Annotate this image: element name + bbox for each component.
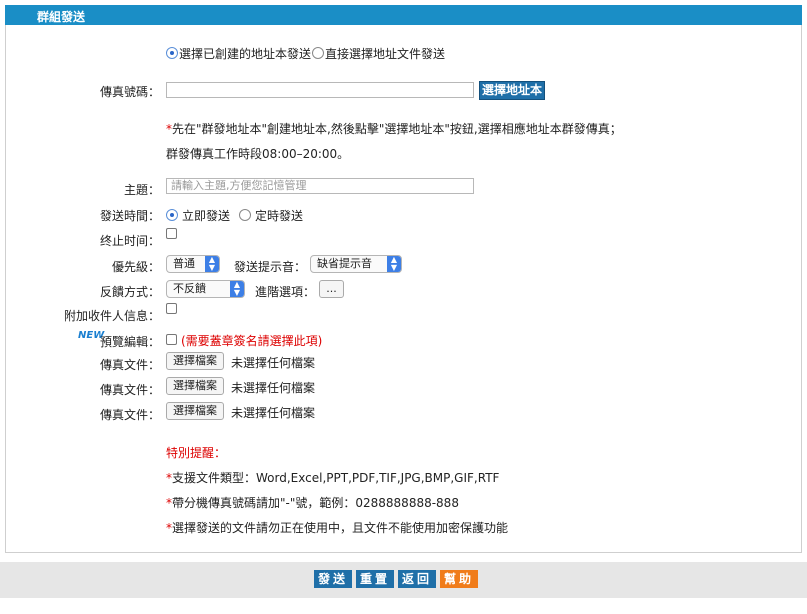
note-line1: 先在"群發地址本"創建地址本,然後點擊"選擇地址本"按鈕,選擇相應地址本群發傳真… xyxy=(172,122,622,136)
group-send-header: 群組發送 xyxy=(5,5,802,25)
chevron-updown-icon: ▲ ▼ xyxy=(205,256,219,272)
chevron-updown-icon: ▲ ▼ xyxy=(230,281,244,297)
fax-file-2-status: 未選擇任何檔案 xyxy=(231,381,316,395)
choose-address-book-button[interactable]: 選擇地址本 xyxy=(479,81,545,100)
fax-file-3-status: 未選擇任何檔案 xyxy=(231,406,316,420)
preview-edit-label: 預覽編輯： xyxy=(99,335,160,349)
feedback-value: 不反饋 xyxy=(173,282,206,295)
page-title: 群組發送 xyxy=(37,10,86,24)
send-scheduled-label: 定時發送 xyxy=(255,209,304,223)
notify-sound-select[interactable]: 缺省提示音 ▲ ▼ xyxy=(310,255,402,273)
feedback-label: 反饋方式： xyxy=(99,285,160,299)
fax-file-1-label: 傳真文件： xyxy=(99,358,160,372)
preview-edit-checkbox[interactable] xyxy=(166,334,177,345)
address-book-note: *先在"群發地址本"創建地址本,然後點擊"選擇地址本"按鈕,選擇相應地址本群發傳… xyxy=(166,120,622,137)
send-immediate-radio[interactable] xyxy=(166,209,178,221)
direct-file-mode-radio[interactable] xyxy=(312,47,324,59)
send-button[interactable]: 發送 xyxy=(314,570,352,588)
fax-file-2-choose-button[interactable]: 選擇檔案 xyxy=(166,377,224,395)
reminder-item-file-types: *支援文件類型：Word,Excel,PPT,PDF,TIF,JPG,BMP,G… xyxy=(166,471,500,485)
end-time-label: 终止时间： xyxy=(99,234,160,248)
direct-file-mode-label: 直接選擇地址文件發送 xyxy=(325,47,446,61)
advanced-options-label: 進階選項： xyxy=(255,285,316,299)
reminder-title: 特別提醒： xyxy=(166,446,227,460)
send-time-label: 發送時間： xyxy=(99,209,160,223)
note-line2: 群發傳真工作時段08:00–20:00。 xyxy=(166,147,350,161)
feedback-select[interactable]: 不反饋 ▲ ▼ xyxy=(166,280,245,298)
fax-number-label: 傳真號碼： xyxy=(99,85,160,99)
preview-edit-hint: (需要蓋章簽名請選擇此項) xyxy=(181,334,323,348)
fax-number-input[interactable] xyxy=(166,82,474,98)
end-time-checkbox[interactable] xyxy=(166,228,177,239)
chevron-updown-icon: ▲ ▼ xyxy=(387,256,401,272)
priority-value: 普通 xyxy=(173,257,195,270)
notify-sound-value: 缺省提示音 xyxy=(317,257,372,270)
send-immediate-label: 立即發送 xyxy=(182,209,231,223)
reset-button[interactable]: 重置 xyxy=(356,570,394,588)
extra-recipient-label: 附加收件人信息： xyxy=(63,309,160,323)
help-button[interactable]: 幫助 xyxy=(440,570,478,588)
subject-label: 主題： xyxy=(123,183,160,197)
notify-sound-label: 發送提示音： xyxy=(234,260,307,274)
advanced-options-button[interactable]: ... xyxy=(319,280,344,298)
reminder-item-file-lock: *選擇發送的文件請勿正在使用中，且文件不能使用加密保護功能 xyxy=(166,521,509,535)
extra-recipient-checkbox[interactable] xyxy=(166,303,177,314)
address-book-mode-radio[interactable] xyxy=(166,47,178,59)
address-book-mode-label: 選擇已創建的地址本發送 xyxy=(179,47,312,61)
priority-label: 優先級： xyxy=(111,260,160,274)
back-button[interactable]: 返回 xyxy=(398,570,436,588)
reminder-item-extension: *帶分機傳真號碼請加"-"號，範例：0288888888-888 xyxy=(166,496,459,510)
send-scheduled-radio[interactable] xyxy=(239,209,251,221)
fax-file-1-choose-button[interactable]: 選擇檔案 xyxy=(166,352,224,370)
priority-select[interactable]: 普通 ▲ ▼ xyxy=(166,255,220,273)
subject-input[interactable]: 請輸入主題,方便您記憶管理 xyxy=(166,178,474,194)
fax-file-3-choose-button[interactable]: 選擇檔案 xyxy=(166,402,224,420)
fax-file-3-label: 傳真文件： xyxy=(99,408,160,422)
fax-file-2-label: 傳真文件： xyxy=(99,383,160,397)
fax-file-1-status: 未選擇任何檔案 xyxy=(231,356,316,370)
